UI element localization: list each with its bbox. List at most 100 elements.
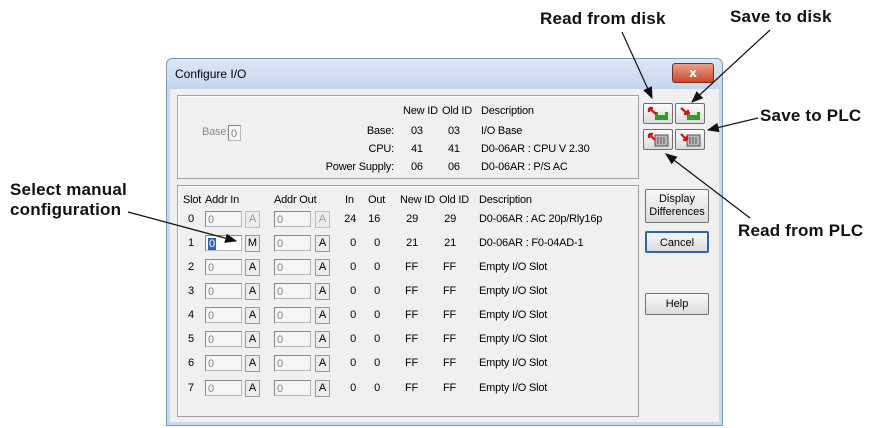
addr-in-selected-text: 0	[208, 238, 217, 250]
read-from-plc-icon	[647, 132, 669, 147]
configure-io-dialog: Configure I/O x Base: 0 New ID Old ID De…	[166, 58, 723, 426]
display-differences-button[interactable]: Display Differences	[645, 189, 709, 223]
col-new-id: New ID	[400, 194, 435, 206]
read-from-disk-icon	[647, 106, 668, 120]
cancel-button[interactable]: Cancel	[645, 231, 709, 253]
addr-out-mode-button[interactable]: A	[315, 259, 330, 276]
description: Empty I/O Slot	[479, 357, 548, 369]
save-to-plc-button[interactable]	[675, 129, 705, 150]
addr-out-field[interactable]: 0	[274, 307, 311, 323]
display-differences-label-2: Differences	[649, 206, 705, 218]
addr-out-field[interactable]: 0	[274, 380, 311, 396]
addr-in-field[interactable]: 0	[205, 283, 242, 299]
base-field: 0	[228, 125, 241, 141]
addr-out-field[interactable]: 0	[274, 331, 311, 347]
slot-number: 7	[188, 382, 194, 394]
col-slot: Slot	[183, 194, 202, 206]
col-addr-in: Addr In	[205, 194, 240, 206]
base-row-label: Base:	[366, 125, 394, 137]
power-supply-row-description: D0-06AR : P/S AC	[481, 161, 568, 173]
callout-read-from-plc: Read from PLC	[738, 221, 864, 240]
addr-out-mode-button[interactable]: A	[315, 331, 330, 348]
save-to-plc-icon	[680, 133, 701, 147]
callout-read-from-disk: Read from disk	[540, 9, 666, 28]
out-count: 0	[374, 333, 380, 345]
header-new-id: New ID	[403, 105, 438, 117]
old-id: 21	[444, 237, 456, 249]
callout-save-to-disk: Save to disk	[730, 7, 832, 26]
description: Empty I/O Slot	[479, 285, 548, 297]
description: Empty I/O Slot	[479, 309, 548, 321]
in-count: 0	[350, 309, 356, 321]
addr-in-mode-button[interactable]: A	[245, 331, 260, 348]
callout-select-manual-line1: Select manual	[10, 180, 127, 199]
out-count: 0	[374, 309, 380, 321]
col-old-id: Old ID	[439, 194, 469, 206]
addr-out-field[interactable]: 0	[274, 211, 311, 227]
in-count: 0	[350, 333, 356, 345]
addr-in-mode-button[interactable]: A	[245, 259, 260, 276]
out-count: 0	[374, 285, 380, 297]
read-from-plc-button[interactable]	[643, 129, 673, 150]
old-id: FF	[442, 333, 456, 345]
old-id: FF	[442, 382, 456, 394]
close-button[interactable]: x	[672, 63, 714, 83]
base-row-old-id: 03	[448, 125, 460, 137]
title-bar: Configure I/O x	[167, 59, 722, 89]
addr-in-mode-button[interactable]: A	[245, 211, 260, 228]
addr-out-mode-button[interactable]: A	[315, 211, 330, 228]
in-count: 0	[350, 237, 356, 249]
description: Empty I/O Slot	[479, 382, 548, 394]
power-supply-row-new-id: 06	[411, 161, 423, 173]
addr-in-field[interactable]: 0	[205, 259, 242, 275]
addr-in-field[interactable]: 0	[205, 380, 242, 396]
addr-out-field[interactable]: 0	[274, 355, 311, 371]
base-info-panel: Base: 0 New ID Old ID Description Base: …	[177, 95, 639, 179]
read-from-disk-button[interactable]	[643, 103, 673, 124]
display-differences-label-1: Display	[658, 193, 696, 205]
cpu-row-description: D0-06AR : CPU V 2.30	[481, 143, 590, 155]
in-count: 24	[344, 213, 356, 225]
slots-panel: Slot Addr In Addr Out In Out New ID Old …	[177, 185, 639, 417]
in-count: 0	[350, 285, 356, 297]
addr-in-field[interactable]: 0	[205, 307, 242, 323]
addr-in-field[interactable]: 0	[205, 235, 242, 251]
slot-number: 6	[188, 357, 194, 369]
addr-in-mode-button[interactable]: A	[245, 355, 260, 372]
dialog-title: Configure I/O	[175, 67, 247, 81]
description: D0-06AR : F0-04AD-1	[479, 237, 584, 249]
addr-in-mode-button[interactable]: M	[245, 235, 260, 252]
addr-out-mode-button[interactable]: A	[315, 380, 330, 397]
addr-in-mode-button[interactable]: A	[245, 283, 260, 300]
addr-out-field[interactable]: 0	[274, 259, 311, 275]
addr-out-mode-button[interactable]: A	[315, 283, 330, 300]
old-id: FF	[442, 261, 456, 273]
slot-number: 5	[188, 333, 194, 345]
new-id: FF	[404, 285, 418, 297]
in-count: 0	[350, 382, 356, 394]
col-in: In	[345, 194, 354, 206]
out-count: 0	[374, 237, 380, 249]
addr-out-field[interactable]: 0	[274, 235, 311, 251]
addr-out-mode-button[interactable]: A	[315, 235, 330, 252]
addr-in-mode-button[interactable]: A	[245, 380, 260, 397]
save-to-disk-icon	[680, 107, 700, 120]
addr-in-field[interactable]: 0	[205, 355, 242, 371]
base-row-new-id: 03	[411, 125, 423, 137]
addr-in-field[interactable]: 0	[205, 211, 242, 227]
description: D0-06AR : AC 20p/Rly16p	[479, 213, 603, 225]
power-supply-row-label: Power Supply:	[325, 161, 395, 173]
out-count: 0	[374, 357, 380, 369]
addr-out-mode-button[interactable]: A	[315, 355, 330, 372]
base-label: Base:	[202, 126, 230, 138]
help-button[interactable]: Help	[645, 293, 709, 315]
addr-in-field[interactable]: 0	[205, 331, 242, 347]
save-to-disk-button[interactable]	[675, 103, 705, 124]
new-id: FF	[404, 382, 418, 394]
addr-out-field[interactable]: 0	[274, 283, 311, 299]
cpu-row-new-id: 41	[411, 143, 423, 155]
slot-number: 2	[188, 261, 194, 273]
addr-out-mode-button[interactable]: A	[315, 307, 330, 324]
addr-in-mode-button[interactable]: A	[245, 307, 260, 324]
slot-number: 1	[188, 237, 194, 249]
